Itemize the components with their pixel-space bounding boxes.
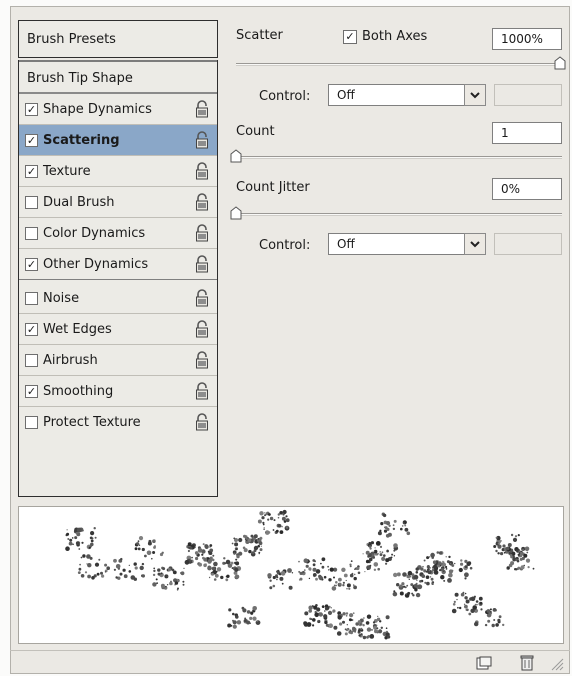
count-jitter-control-extra-field: [494, 233, 562, 255]
scattered-brush-stroke: [65, 509, 535, 640]
checkbox[interactable]: ✓: [25, 164, 38, 178]
list-item-other-dynamics[interactable]: ✓ Other Dynamics: [19, 249, 217, 279]
list-item-label: Color Dynamics: [43, 225, 146, 241]
scatter-value-field[interactable]: 1000%: [492, 28, 562, 50]
lock-icon[interactable]: [195, 193, 209, 211]
list-item-label: Wet Edges: [43, 321, 112, 337]
checkbox[interactable]: ✓: [25, 384, 38, 398]
count-jitter-value-field[interactable]: 0%: [492, 178, 562, 200]
scatter-control-select[interactable]: Off: [328, 84, 486, 106]
count-slider-track[interactable]: [236, 156, 562, 159]
list-separator: [19, 279, 217, 280]
count-jitter-label: Count Jitter: [236, 180, 310, 195]
panel-bottom-bar: [10, 650, 570, 674]
chevron-down-icon: [470, 241, 480, 248]
lock-icon[interactable]: [195, 320, 209, 338]
count-label: Count: [236, 124, 275, 139]
checkbox[interactable]: ✓: [25, 257, 38, 271]
brush-tip-shape-label: Brush Tip Shape: [27, 71, 133, 86]
list-item-label: Protect Texture: [43, 414, 141, 430]
checkbox[interactable]: [25, 226, 38, 240]
scatter-slider-thumb[interactable]: [554, 56, 566, 70]
list-item-label: Other Dynamics: [43, 256, 149, 272]
list-item-label: Dual Brush: [43, 194, 115, 210]
list-item-airbrush[interactable]: Airbrush: [19, 345, 217, 375]
lock-icon[interactable]: [195, 100, 209, 118]
list-item-shape-dynamics[interactable]: ✓ Shape Dynamics: [19, 94, 217, 124]
lock-icon[interactable]: [195, 289, 209, 307]
both-axes-label: Both Axes: [362, 29, 428, 44]
list-item-color-dynamics[interactable]: Color Dynamics: [19, 218, 217, 248]
list-item-label: Airbrush: [43, 352, 98, 368]
checkbox[interactable]: ✓: [25, 322, 38, 336]
list-item-wet-edges[interactable]: ✓ Wet Edges: [19, 314, 217, 344]
trash-icon[interactable]: [520, 655, 534, 671]
list-item-protect-texture[interactable]: Protect Texture: [19, 407, 217, 437]
scatter-control-label: Control:: [259, 89, 311, 104]
list-item-scattering[interactable]: ✓ Scattering: [19, 125, 217, 155]
count-jitter-control-dropdown-button[interactable]: [464, 233, 486, 255]
checkbox[interactable]: [25, 415, 38, 429]
lock-icon[interactable]: [195, 255, 209, 273]
lock-icon[interactable]: [195, 224, 209, 242]
chevron-down-icon: [470, 92, 480, 99]
both-axes-checkbox[interactable]: ✓: [343, 30, 357, 44]
checkbox[interactable]: [25, 291, 38, 305]
scatter-control-extra-field: [494, 84, 562, 106]
lock-icon[interactable]: [195, 413, 209, 431]
count-value-field[interactable]: 1: [492, 122, 562, 144]
brush-presets-button[interactable]: Brush Presets: [18, 20, 218, 58]
count-jitter-slider-thumb[interactable]: [230, 206, 242, 220]
lock-icon[interactable]: [195, 162, 209, 180]
count-jitter-control-select[interactable]: Off: [328, 233, 486, 255]
checkbox[interactable]: [25, 195, 38, 209]
brush-tip-shape-item[interactable]: Brush Tip Shape: [19, 60, 217, 94]
scatter-slider-track[interactable]: [236, 63, 562, 66]
brush-presets-label: Brush Presets: [27, 32, 116, 47]
count-jitter-slider-track[interactable]: [236, 213, 562, 216]
list-item-dual-brush[interactable]: Dual Brush: [19, 187, 217, 217]
count-jitter-control-label: Control:: [259, 238, 311, 253]
new-preset-icon[interactable]: [476, 656, 492, 670]
brush-stroke-preview: [18, 506, 564, 644]
list-item-texture[interactable]: ✓ Texture: [19, 156, 217, 186]
list-item-smoothing[interactable]: ✓ Smoothing: [19, 376, 217, 406]
list-item-label: Scattering: [43, 132, 120, 148]
list-item-label: Noise: [43, 290, 80, 306]
checkbox[interactable]: [25, 353, 38, 367]
lock-icon[interactable]: [195, 351, 209, 369]
list-item-noise[interactable]: Noise: [19, 283, 217, 313]
count-slider-thumb[interactable]: [230, 149, 242, 163]
resize-grip-icon[interactable]: [550, 657, 564, 671]
brush-options-list: Brush Tip Shape ✓ Shape Dynamics ✓ Scatteri…: [18, 60, 218, 497]
scatter-control-dropdown-button[interactable]: [464, 84, 486, 106]
checkbox[interactable]: ✓: [25, 133, 38, 147]
list-item-label: Smoothing: [43, 383, 114, 399]
lock-icon[interactable]: [195, 382, 209, 400]
scatter-label: Scatter: [236, 28, 283, 43]
checkbox[interactable]: ✓: [25, 102, 38, 116]
lock-icon[interactable]: [195, 131, 209, 149]
list-item-label: Shape Dynamics: [43, 101, 152, 117]
list-item-label: Texture: [43, 163, 91, 179]
